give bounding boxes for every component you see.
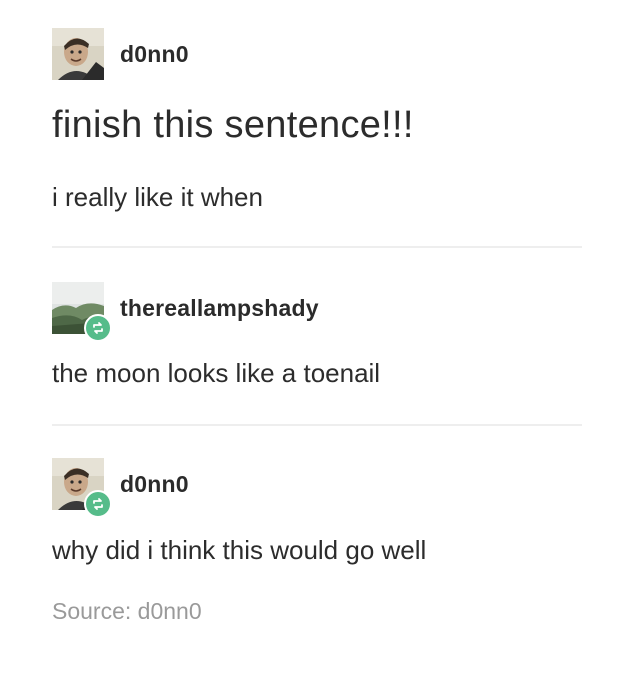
post-2-body: the moon looks like a toenail [52, 358, 381, 388]
post-2-header: thereallampshady [52, 282, 319, 342]
post-1-body: i really like it when [52, 182, 263, 212]
post-3-body: why did i think this would go well [52, 535, 427, 565]
post-2-username[interactable]: thereallampshady [120, 295, 319, 322]
source-link[interactable]: Source: d0nn0 [52, 598, 202, 625]
reblog-icon [84, 490, 112, 518]
reblog-icon [84, 314, 112, 342]
post-3-username[interactable]: d0nn0 [120, 471, 189, 498]
person-avatar-icon[interactable] [52, 28, 104, 80]
person-avatar-icon[interactable] [52, 458, 112, 518]
divider [52, 246, 582, 248]
landscape-avatar-icon[interactable] [52, 282, 112, 342]
post-1-username[interactable]: d0nn0 [120, 41, 189, 68]
post-3-header: d0nn0 [52, 458, 189, 518]
post-1-title: finish this sentence!!! [52, 104, 414, 146]
post-1-header: d0nn0 [52, 28, 189, 80]
divider [52, 424, 582, 426]
